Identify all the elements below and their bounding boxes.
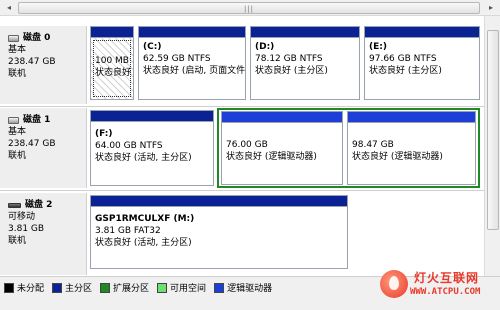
vertical-scrollbar[interactable]	[484, 16, 500, 276]
scroll-right-arrow-icon[interactable]: ▸	[485, 2, 497, 14]
logical-swatch-icon	[214, 282, 225, 293]
disk-type: 可移动	[8, 212, 36, 222]
primary-swatch-icon	[52, 282, 63, 293]
disk-name: 磁盘 1	[23, 115, 51, 125]
disk-type: 基本	[8, 127, 27, 137]
partition-status: 状态良好 (主分区)	[369, 66, 442, 76]
legend-unallocated: 未分配	[4, 281, 44, 294]
legend-label: 主分区	[65, 284, 93, 294]
disk-title-0: 磁盘 0	[8, 32, 86, 44]
disk-label-0[interactable]: 磁盘 0 基本 238.47 GB 联机	[0, 26, 87, 104]
partition-body: 98.47 GB 状态良好 (逻辑驱动器)	[348, 123, 475, 166]
disk-size: 3.81 GB	[8, 224, 45, 234]
extended-swatch-icon	[100, 282, 111, 293]
watermark-url: WWW.ATCPU.COM	[410, 287, 481, 297]
disk-status: 联机	[8, 236, 27, 246]
partition-name: (F:)	[95, 129, 113, 139]
partition-size: 98.47 GB	[352, 140, 394, 150]
vertical-scroll-thumb[interactable]	[487, 30, 499, 230]
partition-name: (D:)	[255, 42, 275, 52]
partition-size: 78.12 GB NTFS	[255, 54, 323, 64]
partition-body: (F:) 64.00 GB NTFS 状态良好 (活动, 主分区)	[91, 122, 213, 167]
partition-body: (E:) 97.66 GB NTFS 状态良好 (主分区)	[365, 38, 479, 80]
disk-type: 基本	[8, 45, 27, 55]
disk-status: 联机	[8, 151, 27, 161]
legend-primary: 主分区	[52, 281, 92, 294]
partition-size: 62.59 GB NTFS	[143, 54, 211, 64]
logical-drive-2[interactable]: 98.47 GB 状态良好 (逻辑驱动器)	[347, 111, 476, 185]
partition-status: 状态良好 (活动, 主分区)	[95, 153, 192, 163]
primary-partition-bar	[251, 27, 359, 38]
partition-name: (E:)	[369, 42, 387, 52]
legend-items: 未分配 主分区 扩展分区 可用空间 逻辑驱动器	[4, 281, 272, 294]
partition-system-reserved[interactable]: 100 MB 状态良好	[90, 26, 134, 100]
hard-disk-icon	[8, 116, 19, 124]
disk-label-1[interactable]: 磁盘 1 基本 238.47 GB 联机	[0, 108, 87, 188]
partition-f[interactable]: (F:) 64.00 GB NTFS 状态良好 (活动, 主分区)	[90, 110, 214, 186]
watermark-name: 灯火互联网	[414, 271, 480, 285]
partition-status: 状态良好 (活动, 主分区)	[95, 238, 192, 248]
watermark: 灯火互联网 WWW.ATCPU.COM	[380, 268, 498, 308]
disk-name: 磁盘 0	[23, 33, 51, 43]
legend-logical: 逻辑驱动器	[214, 281, 272, 294]
disk-row-1: 磁盘 1 基本 238.47 GB 联机 (F:) 64.00 GB NTFS …	[0, 108, 484, 188]
removable-disk-icon	[8, 202, 21, 208]
partition-status: 状态良好	[95, 68, 132, 78]
scroll-grip-icon: |||	[243, 5, 255, 13]
primary-partition-bar	[91, 27, 133, 38]
partition-name: (C:)	[143, 42, 162, 52]
partition-body: (C:) 62.59 GB NTFS 状态良好 (启动, 页面文件	[139, 38, 245, 80]
partition-status: 状态良好 (主分区)	[255, 66, 328, 76]
legend-label: 可用空间	[170, 284, 207, 294]
hard-disk-icon	[8, 34, 19, 42]
scroll-left-arrow-icon[interactable]: ◂	[3, 2, 15, 14]
horizontal-scroll-thumb[interactable]: |||	[18, 2, 480, 14]
legend-label: 逻辑驱动器	[227, 284, 273, 294]
primary-partition-bar	[91, 111, 213, 122]
partition-body: (D:) 78.12 GB NTFS 状态良好 (主分区)	[251, 38, 359, 80]
partition-size: 64.00 GB NTFS	[95, 141, 163, 151]
disk-size: 238.47 GB	[8, 139, 56, 149]
logical-drive-bar	[222, 112, 342, 123]
disk-status: 联机	[8, 69, 27, 79]
disk-name: 磁盘 2	[25, 200, 53, 210]
logical-drive-bar	[348, 112, 475, 123]
disk-label-2[interactable]: 磁盘 2 可移动 3.81 GB 联机	[0, 193, 87, 275]
partition-m[interactable]: GSP1RMCULXF (M:) 3.81 GB FAT32 状态良好 (活动,…	[90, 195, 348, 269]
disk-row-2: 磁盘 2 可移动 3.81 GB 联机 GSP1RMCULXF (M:) 3.8…	[0, 193, 484, 275]
primary-partition-bar	[365, 27, 479, 38]
horizontal-scrollbar[interactable]: ◂ ||| ▸	[0, 0, 500, 16]
primary-partition-bar	[139, 27, 245, 38]
legend-label: 未分配	[17, 284, 45, 294]
legend-free-space: 可用空间	[157, 281, 206, 294]
partition-size: 100 MB	[95, 56, 129, 66]
partition-e[interactable]: (E:) 97.66 GB NTFS 状态良好 (主分区)	[364, 26, 480, 100]
partition-size: 3.81 GB FAT32	[95, 226, 161, 236]
row-divider	[0, 106, 484, 107]
partition-c[interactable]: (C:) 62.59 GB NTFS 状态良好 (启动, 页面文件	[138, 26, 246, 100]
primary-partition-bar	[91, 196, 347, 207]
partition-body: 100 MB 状态良好	[91, 38, 133, 99]
disk-row-0: 磁盘 0 基本 238.47 GB 联机 100 MB 状态良好 (C:) 62…	[0, 26, 484, 104]
free-space-swatch-icon	[157, 282, 168, 293]
partition-status: 状态良好 (逻辑驱动器)	[226, 152, 317, 162]
partition-status: 状态良好 (启动, 页面文件	[143, 66, 245, 76]
disk-title-1: 磁盘 1	[8, 114, 86, 126]
partition-size: 97.66 GB NTFS	[369, 54, 437, 64]
flame-logo-icon	[380, 270, 408, 298]
partition-d[interactable]: (D:) 78.12 GB NTFS 状态良好 (主分区)	[250, 26, 360, 100]
disk-size: 238.47 GB	[8, 57, 56, 67]
partition-status: 状态良好 (逻辑驱动器)	[352, 152, 443, 162]
unallocated-swatch-icon	[4, 282, 14, 293]
logical-drive-1[interactable]: 76.00 GB 状态良好 (逻辑驱动器)	[221, 111, 343, 185]
partition-size: 76.00 GB	[226, 140, 268, 150]
disk-title-2: 磁盘 2	[8, 199, 86, 211]
partition-name: GSP1RMCULXF (M:)	[95, 214, 195, 224]
partition-body: 76.00 GB 状态良好 (逻辑驱动器)	[222, 123, 342, 166]
partition-body: GSP1RMCULXF (M:) 3.81 GB FAT32 状态良好 (活动,…	[91, 207, 347, 252]
legend-label: 扩展分区	[113, 284, 150, 294]
row-divider	[0, 190, 484, 191]
legend-extended: 扩展分区	[100, 281, 149, 294]
